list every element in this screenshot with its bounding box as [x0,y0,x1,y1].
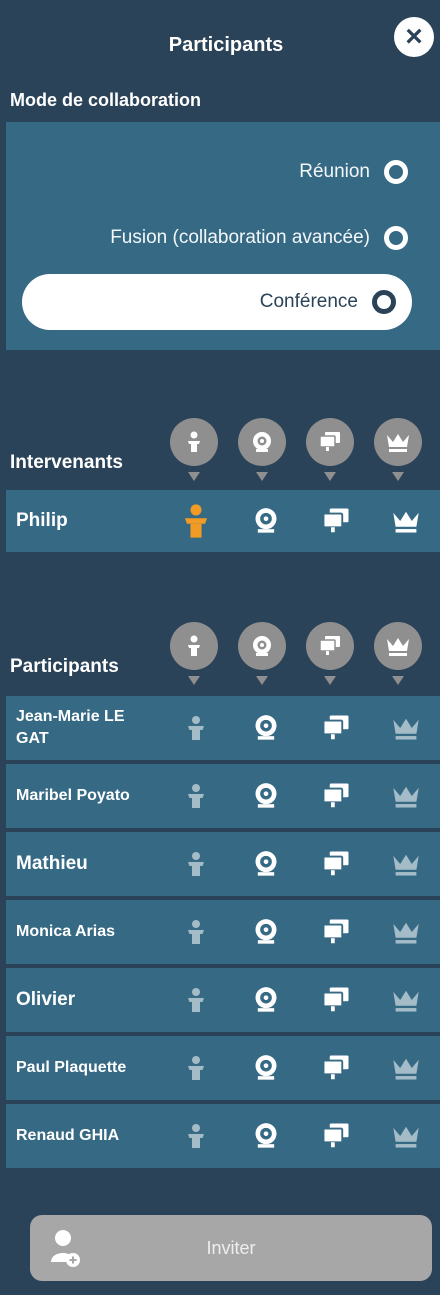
screen-share-icon[interactable] [316,501,356,541]
speaker-filter-icon[interactable] [170,622,218,685]
participants-title: Participants [10,656,119,677]
webcam-icon[interactable] [246,776,286,816]
speakers-title: Intervenants [10,452,123,473]
participant-row: Mathieu [6,832,440,896]
screen-share-filter-icon[interactable] [306,622,354,685]
screen-share-icon[interactable] [316,1048,356,1088]
crown-icon[interactable] [386,912,426,952]
speaker-icon[interactable] [176,1116,216,1156]
webcam-icon[interactable] [246,980,286,1020]
webcam-icon[interactable] [246,1048,286,1088]
mode-option-label: Fusion (collaboration avancée) [110,227,370,248]
add-user-icon [30,1228,100,1268]
radio-icon[interactable] [384,226,408,250]
participant-row: Paul Plaquette [6,1036,440,1100]
crown-icon[interactable] [386,1048,426,1088]
participant-name: Monica Arias [16,923,115,940]
invite-button[interactable]: Inviter [30,1215,432,1281]
speaker-filter-icon[interactable] [170,418,218,481]
webcam-icon[interactable] [246,912,286,952]
webcam-icon[interactable] [246,501,286,541]
participant-row: Maribel Poyato [6,764,440,828]
speaker-row-icons [176,501,426,541]
participant-name: Maribel Poyato [16,787,130,804]
participant-name: Renaud GHIA [16,1127,120,1144]
screen-share-icon[interactable] [316,1116,356,1156]
participant-column-icons [170,622,422,685]
webcam-filter-icon[interactable] [238,622,286,685]
participants-panel: Participants × Mode de collaboration Réu… [6,0,440,1295]
speaker-icon[interactable] [176,1048,216,1088]
mode-option-label: Réunion [299,161,370,182]
speaker-icon[interactable] [176,844,216,884]
webcam-icon[interactable] [246,1116,286,1156]
speaker-name: Philip [16,510,68,531]
participant-name: Jean-Marie LE GAT [16,708,125,747]
participant-row: Olivier [6,968,440,1032]
speaker-column-icons [170,418,422,481]
crown-icon[interactable] [386,776,426,816]
speaker-row: Philip [6,490,440,552]
screen-share-icon[interactable] [316,708,356,748]
crown-filter-icon[interactable] [374,622,422,685]
participant-row: Jean-Marie LE GAT [6,696,440,760]
crown-icon[interactable] [386,844,426,884]
crown-filter-icon[interactable] [374,418,422,481]
speaker-icon[interactable] [176,776,216,816]
screen-share-icon[interactable] [316,980,356,1020]
mode-option-conference[interactable]: Conférence [22,274,412,330]
participant-row: Monica Arias [6,900,440,964]
screen-share-icon[interactable] [316,912,356,952]
speaker-icon[interactable] [176,708,216,748]
header: Participants × [6,0,440,88]
participant-name: Mathieu [16,853,88,874]
panel-title: Participants [168,34,284,56]
radio-icon[interactable] [372,290,396,314]
crown-icon[interactable] [386,1116,426,1156]
webcam-icon[interactable] [246,708,286,748]
participant-name: Paul Plaquette [16,1059,127,1076]
speaker-icon[interactable] [176,501,216,541]
invite-label: Inviter [206,1237,256,1258]
mode-option-reunion[interactable]: Réunion [299,146,408,198]
mode-option-label: Conférence [259,291,358,312]
participant-row: Renaud GHIA [6,1104,440,1168]
crown-icon[interactable] [386,501,426,541]
webcam-filter-icon[interactable] [238,418,286,481]
crown-icon[interactable] [386,980,426,1020]
mode-option-fusion[interactable]: Fusion (collaboration avancée) [110,212,408,264]
screen-share-icon[interactable] [316,776,356,816]
radio-icon[interactable] [384,160,408,184]
speaker-icon[interactable] [176,980,216,1020]
crown-icon[interactable] [386,708,426,748]
close-icon[interactable]: × [394,17,434,57]
webcam-icon[interactable] [246,844,286,884]
mode-options: Réunion Fusion (collaboration avancée) C… [6,122,440,350]
screen-share-icon[interactable] [316,844,356,884]
participant-name: Olivier [16,989,76,1010]
mode-section-title: Mode de collaboration [10,90,202,110]
speaker-icon[interactable] [176,912,216,952]
screen-share-filter-icon[interactable] [306,418,354,481]
